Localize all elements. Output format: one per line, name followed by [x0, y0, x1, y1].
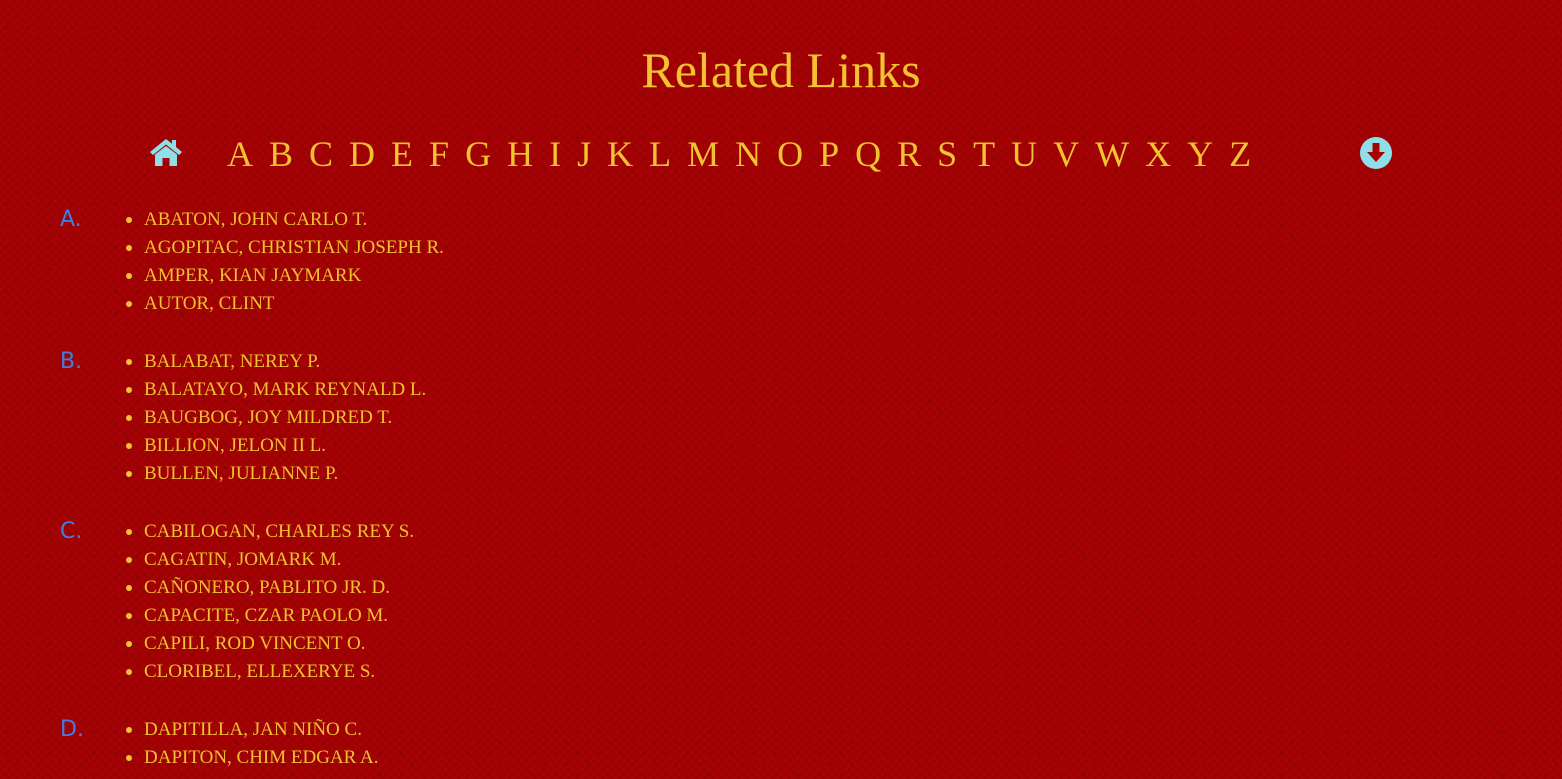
name-list-item[interactable]: CAÑONERO, PABLITO JR. D.	[124, 574, 414, 602]
letter-link-l[interactable]: L	[649, 132, 671, 176]
name-list-item[interactable]: DAPITON, CHIM EDGAR A.	[124, 744, 379, 772]
letter-links: ABCDEFGHIJKLMNOPQRSTUVWXYZ	[227, 132, 1267, 176]
letter-link-y[interactable]: Y	[1187, 132, 1213, 176]
name-list-item[interactable]: BALATAYO, MARK REYNALD L.	[124, 376, 426, 404]
name-list: CABILOGAN, CHARLES REY S. CAGATIN, JOMARK…	[124, 518, 414, 686]
name-list-item[interactable]: AGOPITAC, CHRISTIAN JOSEPH R.	[124, 234, 444, 262]
name-list: DAPITILLA, JAN NIÑO C. DAPITON, CHIM EDGA…	[124, 716, 379, 772]
name-list-item[interactable]: AMPER, KIAN JAYMARK	[124, 262, 444, 290]
letter-link-q[interactable]: Q	[855, 132, 881, 176]
letter-link-v[interactable]: V	[1053, 132, 1079, 176]
name-list: ABATON, JOHN CARLO T. AGOPITAC, CHRISTIAN…	[124, 206, 444, 318]
group-letter: A.	[60, 207, 82, 232]
letter-link-o[interactable]: O	[777, 132, 803, 176]
arrow-circle-down-icon[interactable]	[1359, 136, 1393, 170]
name-list-item[interactable]: CAPACITE, CZAR PAOLO M.	[124, 602, 414, 630]
letter-link-z[interactable]: Z	[1229, 132, 1251, 176]
letter-link-t[interactable]: T	[973, 132, 995, 176]
name-list-item[interactable]: BALABAT, NEREY P.	[124, 348, 426, 376]
letter-link-s[interactable]: S	[937, 132, 957, 176]
name-list-item[interactable]: CAPILI, ROD VINCENT O.	[124, 630, 414, 658]
letter-link-w[interactable]: W	[1095, 132, 1129, 176]
page-title: Related Links	[641, 42, 921, 98]
letter-link-c[interactable]: C	[309, 132, 333, 176]
name-list-item[interactable]: DAPITILLA, JAN NIÑO C.	[124, 716, 379, 744]
name-list-item[interactable]: CLORIBEL, ELLEXERYE S.	[124, 658, 414, 686]
name-list-item[interactable]: CAGATIN, JOMARK M.	[124, 546, 414, 574]
letter-link-x[interactable]: X	[1145, 132, 1171, 176]
home-icon[interactable]	[148, 136, 184, 168]
letter-link-f[interactable]: F	[429, 132, 449, 176]
group-letter: B.	[60, 349, 83, 374]
letter-link-b[interactable]: B	[269, 132, 293, 176]
letter-link-p[interactable]: P	[819, 132, 839, 176]
letter-link-m[interactable]: M	[687, 132, 719, 176]
letter-link-a[interactable]: A	[227, 132, 253, 176]
letter-link-k[interactable]: K	[607, 132, 633, 176]
letter-link-i[interactable]: I	[549, 132, 561, 176]
letter-link-r[interactable]: R	[897, 132, 921, 176]
name-list-item[interactable]: ABATON, JOHN CARLO T.	[124, 206, 444, 234]
letter-link-u[interactable]: U	[1011, 132, 1037, 176]
name-list-item[interactable]: BULLEN, JULIANNE P.	[124, 460, 426, 488]
letter-link-d[interactable]: D	[349, 132, 375, 176]
alphabet-nav: ABCDEFGHIJKLMNOPQRSTUVWXYZ	[0, 132, 1562, 176]
name-list: BALABAT, NEREY P. BALATAYO, MARK REYNALD …	[124, 348, 426, 488]
group-letter: C.	[60, 519, 83, 544]
letter-link-e[interactable]: E	[391, 132, 413, 176]
letter-link-n[interactable]: N	[735, 132, 761, 176]
letter-link-g[interactable]: G	[465, 132, 491, 176]
group-letter: D.	[60, 717, 84, 742]
letter-link-j[interactable]: J	[577, 132, 591, 176]
letter-link-h[interactable]: H	[507, 132, 533, 176]
name-list-item[interactable]: BAUGBOG, JOY MILDRED T.	[124, 404, 426, 432]
name-list-item[interactable]: BILLION, JELON II L.	[124, 432, 426, 460]
name-list-item[interactable]: AUTOR, CLINT	[124, 290, 444, 318]
name-list-item[interactable]: CABILOGAN, CHARLES REY S.	[124, 518, 414, 546]
